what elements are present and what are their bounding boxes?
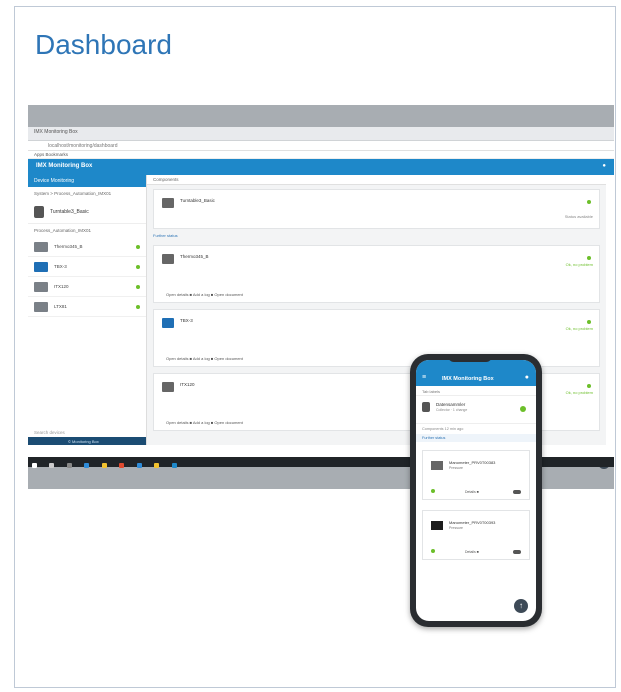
status-dot	[136, 284, 140, 289]
turntable-icon	[162, 198, 174, 208]
card-actions[interactable]: Open details ■ Add a log ■ Open document	[166, 420, 243, 425]
phone-card-title: Manometer_PRV0T00383	[449, 460, 496, 465]
slide: Dashboard IMX Monitoring Box localhost/m…	[14, 6, 616, 688]
phone-mockup: ≡ IMX Monitoring Box ● Tab labels Datens…	[410, 354, 542, 627]
menu-icon[interactable]: ≡	[422, 374, 426, 381]
status-dot	[587, 320, 591, 324]
sensor-icon	[431, 461, 443, 470]
card-title: Turntable3_Basic	[180, 198, 215, 203]
folder-icon[interactable]	[101, 463, 107, 468]
sidebar-device-item[interactable]: LTX81	[28, 297, 146, 317]
card-title: ITX120	[180, 382, 195, 387]
card-actions[interactable]: Open details ■ Add a log ■ Open document	[166, 356, 243, 361]
sidebar-footer: © Monitoring Box	[28, 437, 146, 445]
taskview-icon[interactable]	[66, 463, 72, 468]
sidebar: Device Monitoring System > Process_Autom…	[28, 175, 147, 445]
phone-app-title: IMX Monitoring Box	[442, 376, 494, 382]
status-dot	[431, 549, 435, 553]
status-dot	[136, 244, 140, 249]
phone-sublabel: Further status	[416, 434, 536, 442]
status-dot	[587, 200, 591, 204]
browser-tab[interactable]: IMX Monitoring Box	[28, 127, 614, 141]
main-device-label: Turntable3_Basic	[50, 208, 89, 215]
files-icon[interactable]	[154, 463, 160, 468]
search-icon[interactable]	[49, 463, 55, 468]
status-dot	[520, 406, 526, 412]
phone-main-title: Datensammler	[436, 402, 466, 407]
sidebar-device-item[interactable]: ITX120	[28, 277, 146, 297]
valve-icon	[34, 261, 48, 272]
phone-device-card[interactable]: Manometer_PRV0T00393 Pressure Details ■	[422, 510, 530, 560]
phone-screen: ≡ IMX Monitoring Box ● Tab labels Datens…	[416, 360, 536, 621]
status-dot	[587, 384, 591, 388]
phone-info-line: Components 12 min ago	[422, 427, 464, 431]
phone-app-header: ≡ IMX Monitoring Box ●	[416, 360, 536, 386]
phone-main-sub: Collector · 1 change	[436, 408, 468, 412]
card-status: Ok, no problem	[565, 390, 593, 395]
card-title: TBX-3	[180, 318, 193, 323]
turntable-icon	[422, 402, 430, 412]
app-header: IMX Monitoring Box ●	[28, 159, 614, 175]
status-dot	[136, 304, 140, 309]
status-dot	[136, 264, 140, 269]
user-icon[interactable]: ●	[602, 163, 606, 169]
status-dot	[431, 489, 435, 493]
user-icon[interactable]: ●	[525, 374, 529, 381]
device-label: LTX81	[54, 304, 67, 309]
phone-card-sub: Pressure	[449, 526, 464, 530]
sidebar-device-item[interactable]: Thermo345_B	[28, 237, 146, 257]
module-icon	[34, 301, 48, 312]
address-bar[interactable]: localhost/monitoring/dashboard	[28, 141, 614, 151]
card-actions[interactable]: Open details ■ Add a log ■ Open document	[166, 292, 243, 297]
app-icon[interactable]	[119, 463, 125, 468]
content-sublabel: Further status	[153, 233, 178, 238]
sidebar-device-item[interactable]: TBX-3	[28, 257, 146, 277]
devices-header: Process_Automation_IMX01	[34, 228, 92, 233]
card-status: Ok, no problem	[565, 326, 593, 331]
phone-card-title: Manometer_PRV0T00393	[449, 520, 496, 525]
app-title: IMX Monitoring Box	[36, 163, 93, 169]
content-tab[interactable]: Components	[147, 175, 606, 185]
browser-icon[interactable]	[84, 463, 90, 468]
phone-device-card[interactable]: Manometer_PRV0T00383 Pressure Details ■	[422, 450, 530, 500]
valve-icon	[162, 318, 174, 328]
card-status: Status available	[564, 214, 593, 219]
start-icon[interactable]	[32, 463, 37, 468]
main-device-card[interactable]: Turntable3_Basic Status available	[153, 189, 600, 229]
status-dot	[587, 256, 591, 260]
phone-main-device[interactable]: Datensammler Collector · 1 change	[416, 396, 536, 424]
device-icon	[431, 521, 443, 530]
device-label: TBX-3	[54, 264, 67, 269]
device-label: Thermo345_B	[54, 244, 83, 249]
sensor-icon	[34, 241, 48, 252]
motor-icon	[162, 382, 174, 392]
device-card[interactable]: Thermo345_B Ok, no problem Open details …	[153, 245, 600, 303]
device-label: ITX120	[54, 284, 69, 289]
mail-icon[interactable]	[136, 463, 142, 468]
toggle-icon[interactable]	[513, 490, 521, 494]
slide-title: Dashboard	[35, 29, 172, 60]
motor-icon	[34, 281, 48, 292]
phone-notch	[448, 354, 492, 362]
sidebar-search-input[interactable]: Search devices	[34, 430, 65, 435]
phone-card-footer[interactable]: Details ■	[465, 490, 479, 494]
sidebar-path[interactable]: System > Process_Automation_IMX01	[28, 187, 146, 200]
card-status: Ok, no problem	[565, 262, 593, 267]
phone-tabs[interactable]: Tab labels	[416, 386, 536, 396]
sensor-icon	[162, 254, 174, 264]
sidebar-main-device[interactable]: Turntable3_Basic	[28, 200, 146, 224]
phone-scroll-button[interactable]: ↑	[514, 599, 528, 613]
toggle-icon[interactable]	[513, 550, 521, 554]
sidebar-header: Device Monitoring	[28, 175, 146, 187]
turntable-icon	[34, 205, 44, 218]
card-title: Thermo345_B	[180, 254, 209, 259]
store-icon[interactable]	[171, 463, 177, 468]
phone-card-footer[interactable]: Details ■	[465, 550, 479, 554]
bookmarks-bar[interactable]: Apps Bookmarks	[28, 151, 614, 159]
phone-card-sub: Pressure	[449, 466, 464, 470]
